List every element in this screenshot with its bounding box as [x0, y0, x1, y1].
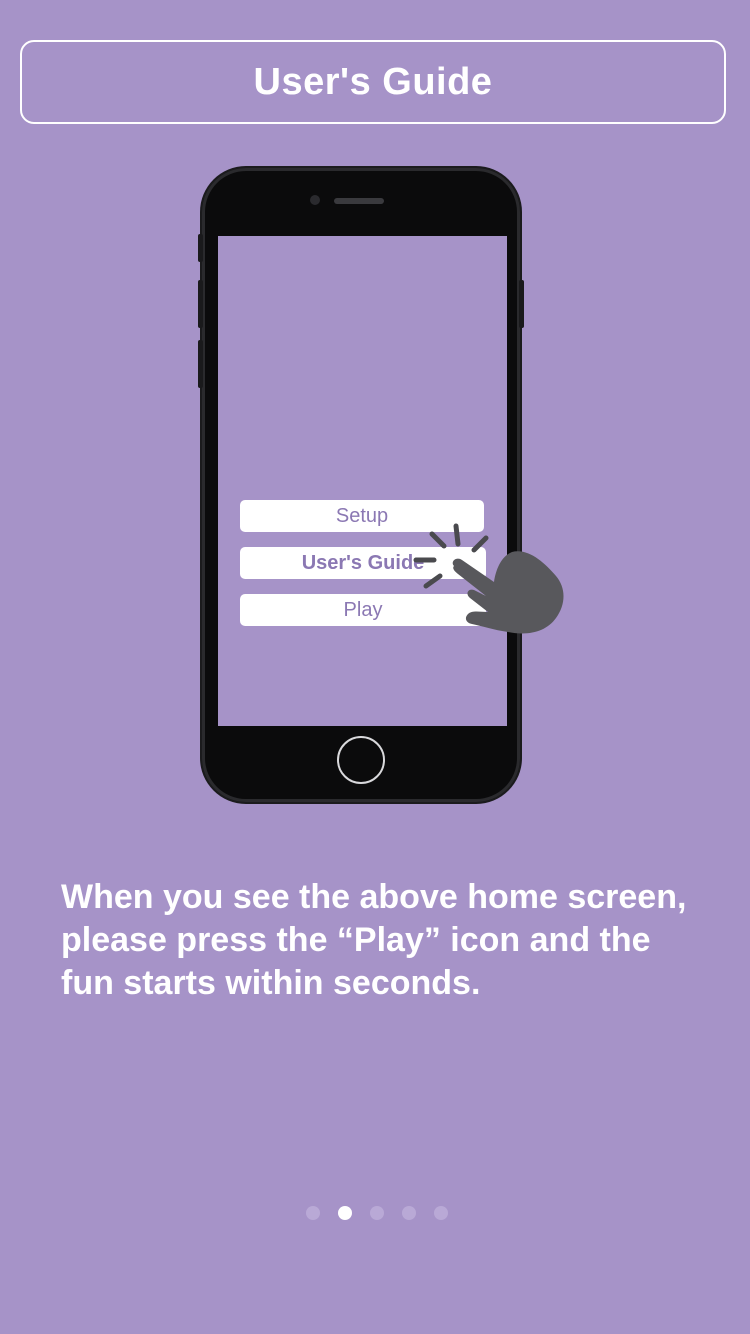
page-dot-2-active[interactable] [338, 1206, 352, 1220]
page-dot-4[interactable] [402, 1206, 416, 1220]
page-indicator[interactable] [0, 1206, 750, 1222]
phone-power-button [519, 280, 524, 328]
mini-users-guide-label: User's Guide [301, 551, 425, 574]
phone-screen: Setup User's Guide Play [218, 236, 507, 726]
phone-volume-down [198, 340, 203, 388]
mini-play-label: Play [343, 598, 383, 621]
mini-setup-label: Setup [335, 504, 389, 527]
camera-icon [310, 195, 320, 205]
phone-volume-up [198, 280, 203, 328]
guide-description: When you see the above home screen, plea… [61, 878, 687, 1002]
phone-illustration: Setup User's Guide Play [198, 168, 524, 802]
page-dot-1[interactable] [306, 1206, 320, 1220]
speaker-grille [334, 198, 384, 204]
page-dot-3[interactable] [370, 1206, 384, 1220]
phone-side-button [198, 234, 203, 262]
home-button [337, 736, 385, 784]
tap-hand-icon [413, 523, 564, 634]
page-title: User's Guide [253, 60, 493, 103]
page-dot-5[interactable] [434, 1206, 448, 1220]
guide-header: User's Guide [20, 40, 726, 124]
